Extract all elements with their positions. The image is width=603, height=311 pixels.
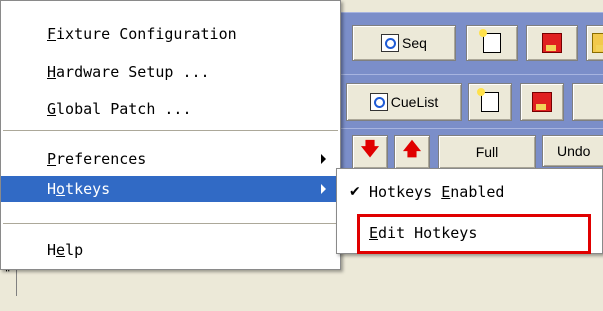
menu-separator <box>3 223 338 224</box>
full-button[interactable]: Full <box>438 135 536 169</box>
status-left-edge: " <box>0 266 16 296</box>
menu-item-label: lp <box>65 241 84 259</box>
move-down-button[interactable]: 🡇 <box>352 135 388 169</box>
magnifier-icon <box>381 34 400 52</box>
submenu-item-label: Hotkeys <box>369 183 442 201</box>
status-field[interactable] <box>16 270 603 296</box>
save-disk-icon <box>532 92 552 112</box>
menu-item-fixture-configuration[interactable]: Fixture Configuration <box>1 21 340 47</box>
menu-item-accelerator: P <box>47 150 57 168</box>
submenu-arrow-icon <box>321 154 326 164</box>
menu-item-accelerator: H <box>47 63 57 81</box>
settings-menu: Fixture Configuration Hardware Setup ...… <box>0 0 341 270</box>
save-cuelist-button[interactable] <box>520 83 564 121</box>
red-up-arrow-icon: 🡅 <box>402 139 422 159</box>
undo-button[interactable]: Undo <box>542 135 603 167</box>
red-highlight-box <box>357 214 591 254</box>
toolbar-row-1: Seq <box>338 12 603 76</box>
submenu-item-accelerator: E <box>441 183 451 201</box>
menu-item-label: references <box>56 150 147 168</box>
menu-item-preferences[interactable]: Preferences <box>1 146 340 172</box>
new-document-icon <box>479 29 501 53</box>
red-down-arrow-icon: 🡇 <box>360 139 380 159</box>
submenu-arrow-icon <box>321 184 326 194</box>
move-up-button[interactable]: 🡅 <box>394 135 430 169</box>
cuelist-button[interactable]: CueList <box>346 83 462 121</box>
seq-button-label: Seq <box>402 35 427 51</box>
full-button-label: Full <box>475 144 499 160</box>
more-cuelist-button[interactable] <box>572 83 603 121</box>
load-button[interactable] <box>586 25 603 61</box>
menu-item-accelerator: G <box>47 100 57 118</box>
submenu-item-hotkeys-enabled[interactable]: ✔ Hotkeys Enabled <box>337 177 602 207</box>
menu-item-label: tkeys <box>65 180 111 198</box>
checkmark-icon: ✔ <box>349 184 361 200</box>
menu-item-accelerator: e <box>56 241 66 259</box>
new-document-icon <box>477 88 499 112</box>
menu-item-hotkeys[interactable]: Ho tkeys <box>1 176 340 202</box>
menu-item-label: H <box>47 241 57 259</box>
menu-item-label: ixture Configuration <box>56 25 237 43</box>
menu-item-label: H <box>47 180 57 198</box>
new-button[interactable] <box>466 25 518 61</box>
load-disk-icon <box>592 33 603 53</box>
undo-button-label: Undo <box>557 143 591 159</box>
submenu-item-label: nabled <box>450 183 505 201</box>
menu-item-label: lobal Patch ... <box>56 100 192 118</box>
cuelist-button-label: CueList <box>390 94 439 110</box>
save-disk-icon <box>542 33 562 53</box>
toolbar-row-2: CueList <box>338 74 603 130</box>
menu-item-accelerator: F <box>47 25 57 43</box>
save-button[interactable] <box>526 25 578 61</box>
seq-button[interactable]: Seq <box>352 25 456 61</box>
menu-separator <box>3 130 338 131</box>
new-cuelist-button[interactable] <box>468 83 512 121</box>
menu-item-label: ardware Setup ... <box>56 63 210 81</box>
menu-item-global-patch[interactable]: Global Patch ... <box>1 96 340 122</box>
magnifier-icon <box>369 93 388 111</box>
menu-item-hardware-setup[interactable]: Hardware Setup ... <box>1 59 340 85</box>
menu-item-accelerator: o <box>56 180 66 198</box>
menu-item-help[interactable]: He lp <box>1 237 340 263</box>
